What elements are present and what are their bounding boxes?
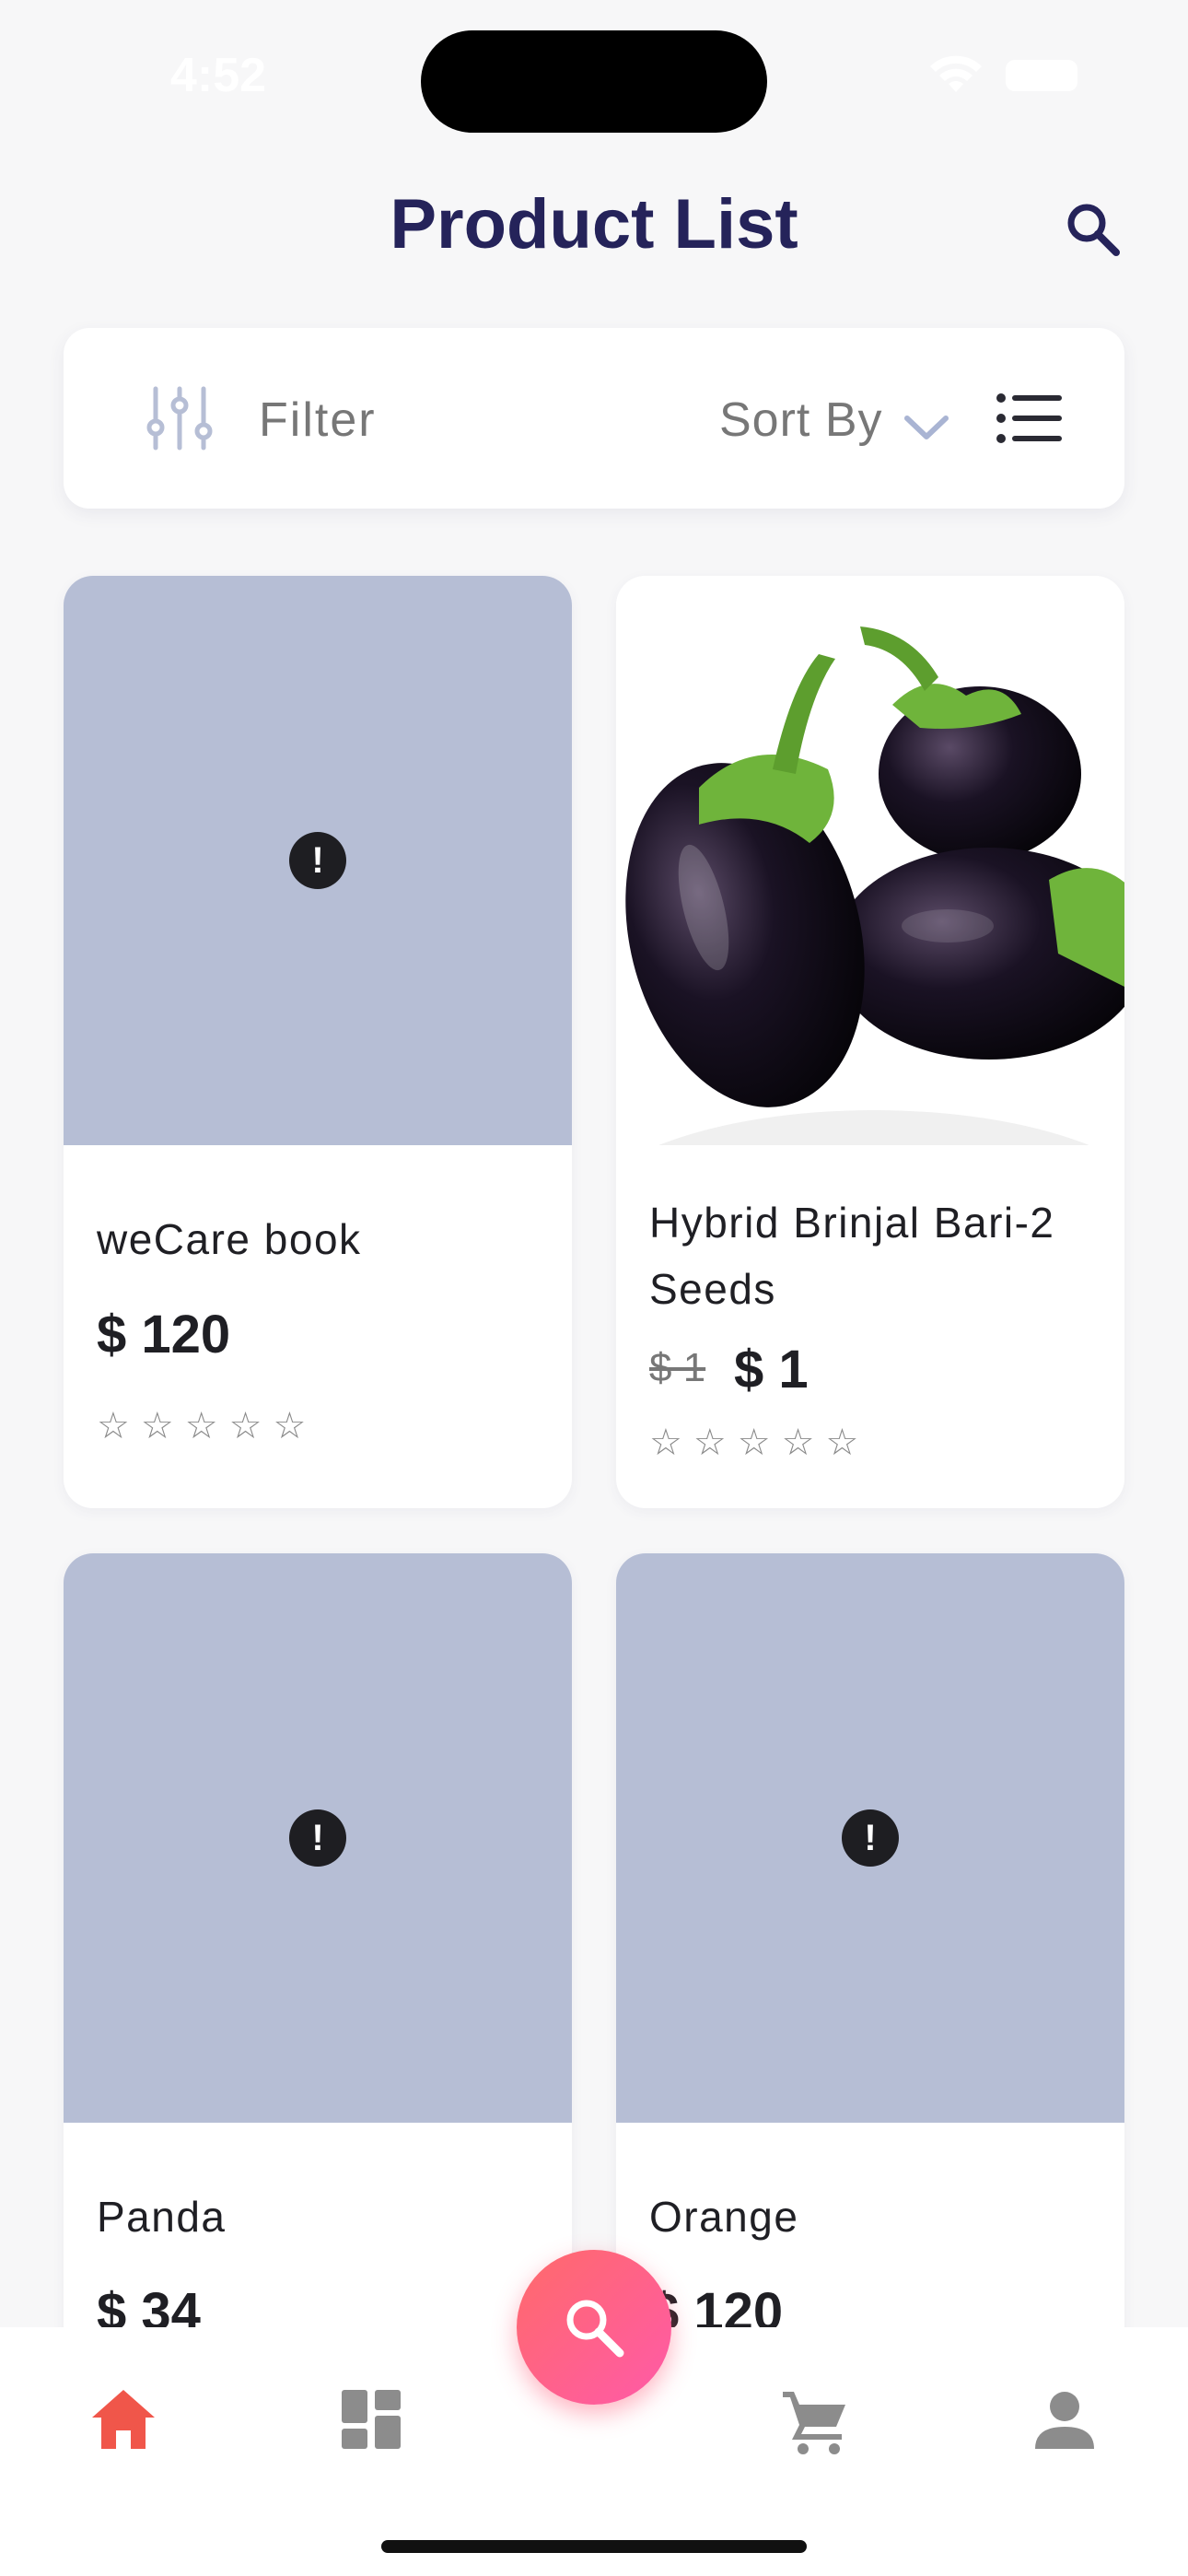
cart-icon[interactable]	[779, 2383, 853, 2456]
status-icons	[928, 55, 1077, 96]
page-title: Product List	[390, 185, 798, 263]
star-icon: ☆	[140, 1406, 174, 1446]
product-price: $ 120	[97, 1305, 231, 1364]
list-view-icon[interactable]	[996, 391, 1062, 446]
product-image-placeholder: !	[616, 1553, 1124, 2123]
filter-icon[interactable]	[134, 385, 226, 451]
rating-stars: ☆ ☆ ☆ ☆ ☆	[97, 1405, 306, 1447]
search-icon[interactable]	[1061, 197, 1125, 262]
error-icon: !	[289, 832, 346, 889]
rating-stars: ☆ ☆ ☆ ☆ ☆	[649, 1422, 858, 1464]
star-icon: ☆	[693, 1423, 727, 1463]
product-image-placeholder: !	[64, 576, 572, 1145]
status-time: 4:52	[170, 49, 267, 102]
star-icon: ☆	[737, 1423, 771, 1463]
product-image-placeholder: !	[64, 1553, 572, 2123]
home-icon[interactable]	[87, 2383, 160, 2456]
star-icon: ☆	[228, 1406, 262, 1446]
product-card[interactable]: ! weCare book $ 120 ☆ ☆ ☆ ☆ ☆	[64, 576, 572, 1508]
star-icon: ☆	[649, 1423, 682, 1463]
product-name: weCare book	[97, 1215, 362, 1263]
star-icon: ☆	[781, 1423, 815, 1463]
product-old-price: $ 1	[649, 1345, 706, 1390]
chevron-down-icon[interactable]	[900, 405, 953, 446]
star-icon: ☆	[273, 1406, 307, 1446]
dashboard-icon[interactable]	[334, 2383, 408, 2456]
star-icon: ☆	[825, 1423, 859, 1463]
product-card[interactable]: Hybrid Brinjal Bari-2 Seeds $ 1 $ 1 ☆ ☆ …	[616, 576, 1124, 1508]
error-icon: !	[842, 1809, 899, 1867]
sort-by-label[interactable]: Sort By	[719, 392, 883, 448]
product-name: Panda	[97, 2193, 227, 2241]
battery-icon	[1006, 60, 1077, 91]
search-fab-button[interactable]	[517, 2250, 671, 2405]
brinjal-photo	[616, 576, 1124, 1331]
filter-label[interactable]: Filter	[259, 392, 377, 448]
dynamic-island	[421, 30, 767, 133]
product-price: $ 1	[734, 1340, 809, 1399]
star-icon: ☆	[184, 1406, 218, 1446]
search-icon	[566, 2300, 624, 2358]
star-icon: ☆	[97, 1406, 130, 1446]
home-indicator[interactable]	[381, 2540, 807, 2553]
profile-icon[interactable]	[1028, 2383, 1101, 2456]
product-name: Hybrid Brinjal Bari-2 Seeds	[649, 1199, 1055, 1313]
filter-bar: Filter Sort By	[64, 328, 1124, 509]
wifi-icon	[930, 55, 982, 92]
error-icon: !	[289, 1809, 346, 1867]
product-name: Orange	[649, 2193, 799, 2241]
